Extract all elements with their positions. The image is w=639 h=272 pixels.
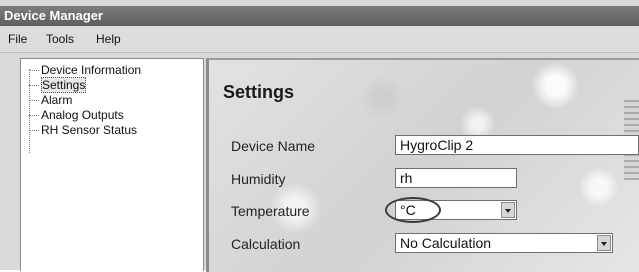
humidity-label: Humidity xyxy=(231,171,286,187)
menu-file[interactable]: File xyxy=(8,32,27,46)
device-name-input[interactable]: HygroClip 2 xyxy=(395,135,639,155)
temperature-label: Temperature xyxy=(231,203,310,219)
chevron-down-icon[interactable] xyxy=(501,202,515,218)
settings-panel: Settings Device Name HygroClip 2 Humidit… xyxy=(206,58,639,272)
tree-item-analog-outputs[interactable]: Analog Outputs xyxy=(29,108,124,122)
tree-item-label: Device Information xyxy=(41,63,142,77)
tree-item-label: Settings xyxy=(41,77,87,93)
title-bar: Device Manager xyxy=(0,6,639,26)
tree-item-alarm[interactable]: Alarm xyxy=(29,93,72,107)
calculation-select-value: No Calculation xyxy=(400,235,492,251)
tree-item-label: RH Sensor Status xyxy=(41,123,138,137)
tree-item-device-information[interactable]: Device Information xyxy=(29,63,141,77)
humidity-input[interactable]: rh xyxy=(395,168,517,188)
page-title: Settings xyxy=(223,82,295,102)
tree-item-rh-sensor-status[interactable]: RH Sensor Status xyxy=(29,123,137,137)
tree-branch-line xyxy=(29,100,39,102)
calculation-select[interactable]: No Calculation xyxy=(395,233,613,253)
calculation-label: Calculation xyxy=(231,236,301,252)
device-manager-window: Device Manager File Tools Help Device In… xyxy=(0,0,639,272)
tree-branch-line xyxy=(29,115,39,117)
tree-branch-line xyxy=(29,70,39,72)
menu-help[interactable]: Help xyxy=(96,32,121,46)
device-name-label: Device Name xyxy=(231,138,316,154)
tree-branch-line xyxy=(29,130,39,132)
tree-item-label: Alarm xyxy=(41,93,73,107)
highlight-ellipse-annotation xyxy=(385,197,441,223)
menu-tools[interactable]: Tools xyxy=(46,32,74,46)
tree-item-settings[interactable]: Settings xyxy=(29,77,87,93)
tree-item-label: Analog Outputs xyxy=(41,108,124,122)
menu-bar: File Tools Help xyxy=(0,26,639,53)
navigation-tree: Device Information Settings Alarm Analog… xyxy=(20,58,204,271)
tree-branch-line xyxy=(29,85,39,87)
chevron-down-icon[interactable] xyxy=(597,235,611,251)
window-title: Device Manager xyxy=(4,8,103,23)
